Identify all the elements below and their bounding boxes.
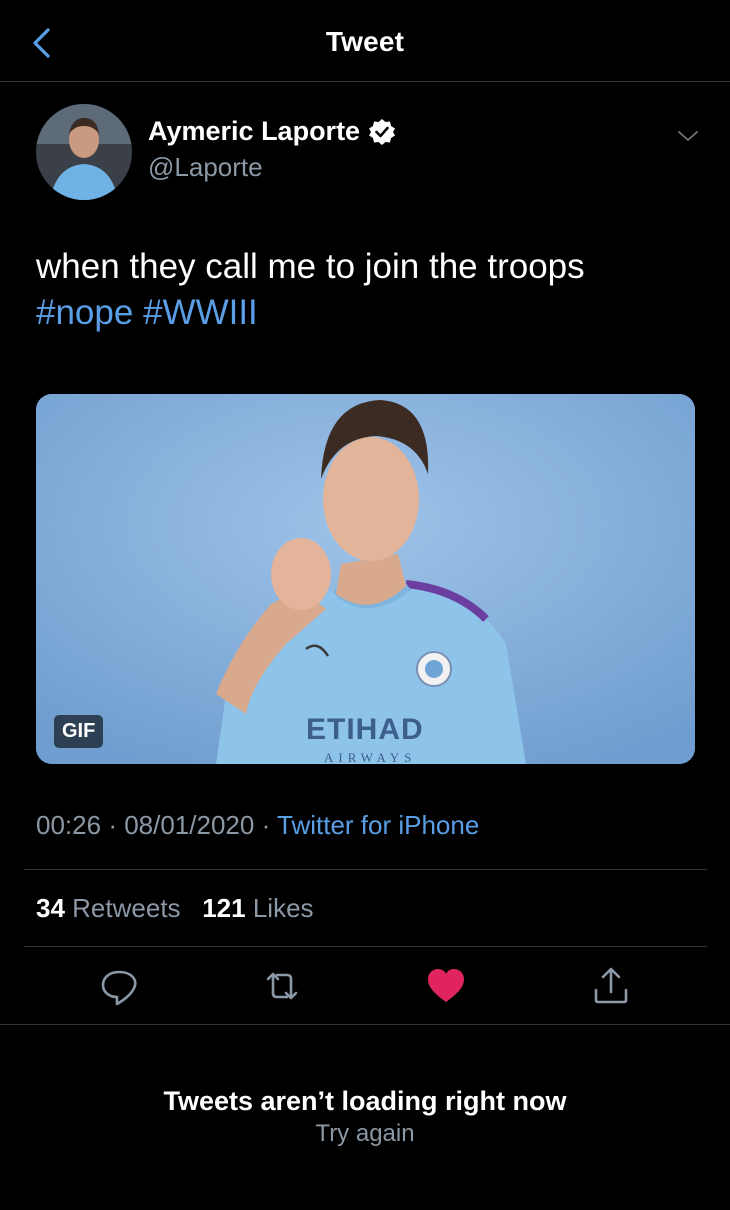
author-handle[interactable]: @Laporte [148, 152, 263, 183]
hashtags-line: #nope #WWIII [36, 290, 696, 336]
try-again-button[interactable]: Try again [0, 1120, 730, 1148]
divider [24, 869, 707, 870]
likes-label: Likes [252, 893, 314, 923]
retweets-count-link[interactable]: 34 Retweets [36, 893, 181, 923]
verified-badge-icon [369, 118, 396, 145]
tweet-source-link[interactable]: Twitter for iPhone [277, 810, 479, 840]
author-name-row[interactable]: Aymeric Laporte [148, 116, 396, 147]
separator-dot: · [261, 810, 277, 840]
tweet-date: 08/01/2020 [124, 810, 255, 840]
retweet-icon[interactable] [258, 962, 306, 1010]
likes-count-link[interactable]: 121 Likes [202, 893, 313, 923]
divider [0, 1024, 730, 1025]
hashtag-link[interactable]: #nope [36, 293, 133, 332]
gif-badge: GIF [54, 715, 104, 748]
tweet-time: 00:26 [36, 810, 102, 840]
tweet-body: when they call me to join the troops [36, 247, 585, 286]
likes-count: 121 [202, 893, 246, 923]
jersey-sponsor-subtext: AIRWAYS [324, 750, 416, 764]
avatar[interactable] [36, 104, 132, 200]
top-nav-bar: Tweet [0, 0, 730, 82]
share-icon[interactable] [587, 962, 635, 1010]
error-message: Tweets aren’t loading right now [163, 1086, 567, 1116]
divider [24, 946, 707, 947]
retweets-label: Retweets [72, 893, 181, 923]
chevron-down-icon[interactable] [676, 124, 700, 148]
page-title: Tweet [325, 26, 405, 57]
tweet-text: when they call me to join the troops #no… [36, 244, 696, 336]
heart-icon[interactable] [422, 962, 470, 1010]
engagement-counts: 34 Retweets 121 Likes [36, 893, 314, 924]
tweet-media-gif[interactable]: ETIHAD AIRWAYS GIF [36, 394, 695, 764]
gif-preview-image: ETIHAD AIRWAYS [36, 394, 695, 764]
retweets-count: 34 [36, 893, 65, 923]
jersey-sponsor-text: ETIHAD [306, 713, 424, 746]
tweet-meta: 00:26 · 08/01/2020 · Twitter for iPhone [36, 810, 479, 841]
hashtag-link[interactable]: #WWIII [143, 293, 258, 332]
reply-icon[interactable] [95, 962, 143, 1010]
separator-dot: · [108, 810, 125, 840]
author-display-name[interactable]: Aymeric Laporte [148, 116, 360, 147]
